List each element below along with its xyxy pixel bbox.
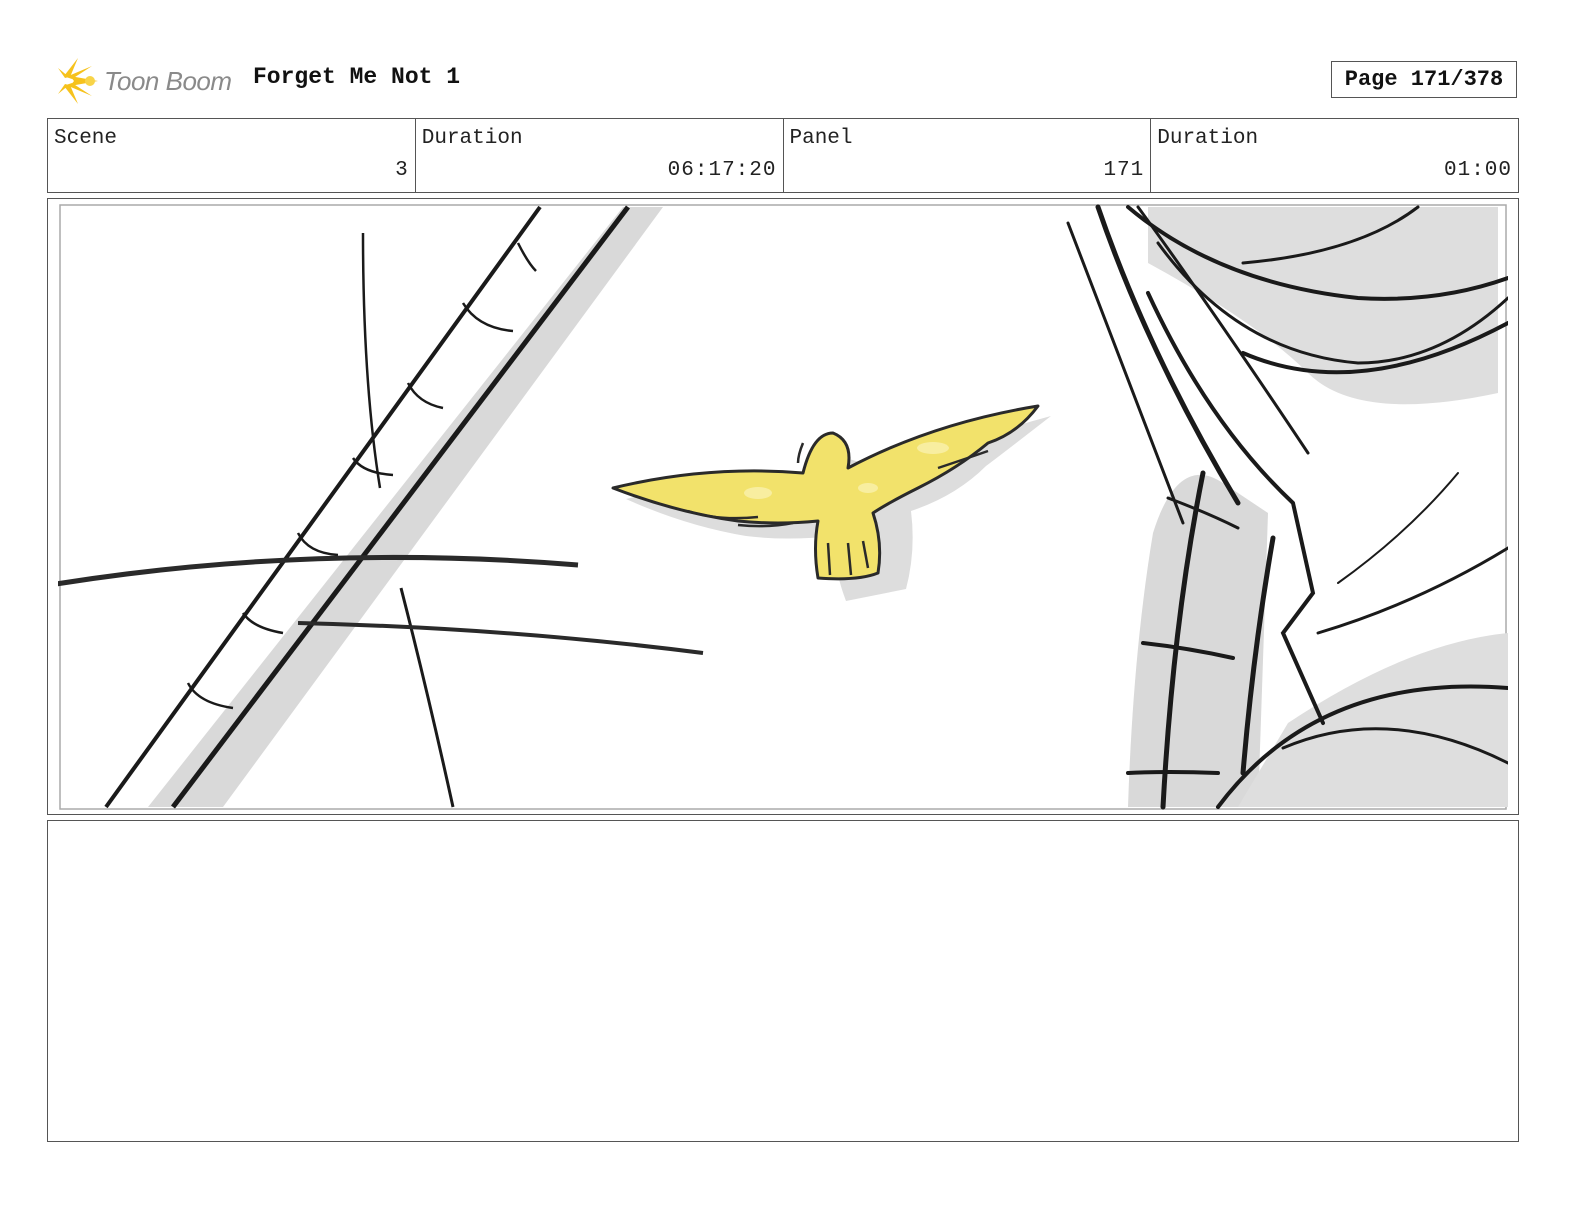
panel-info-row: Scene 3 Duration 06:17:20 Panel 171 Dura… (47, 118, 1519, 193)
scene-duration-value: 06:17:20 (667, 159, 777, 182)
scene-cell: Scene 3 (48, 119, 416, 192)
panel-notes-area (47, 820, 1519, 1142)
starburst-icon (58, 58, 98, 104)
panel-label: Panel (789, 127, 853, 150)
storyboard-panel (47, 198, 1519, 815)
panel-duration-cell: Duration 01:00 (1151, 119, 1518, 192)
scene-label: Scene (54, 127, 118, 150)
panel-duration-value: 01:00 (1443, 159, 1512, 182)
scene-duration-label: Duration (421, 127, 523, 150)
panel-sketch (58, 204, 1508, 810)
scene-value: 3 (395, 159, 409, 182)
page-indicator: Page 171/378 (1331, 61, 1517, 98)
logo-text: Toon Boom (104, 65, 232, 96)
toon-boom-logo: Toon Boom (50, 55, 240, 107)
scene-duration-cell: Duration 06:17:20 (416, 119, 784, 192)
panel-cell: Panel 171 (784, 119, 1152, 192)
panel-duration-label: Duration (1157, 127, 1259, 150)
panel-value: 171 (1103, 159, 1145, 182)
project-title: Forget Me Not 1 (253, 64, 461, 90)
